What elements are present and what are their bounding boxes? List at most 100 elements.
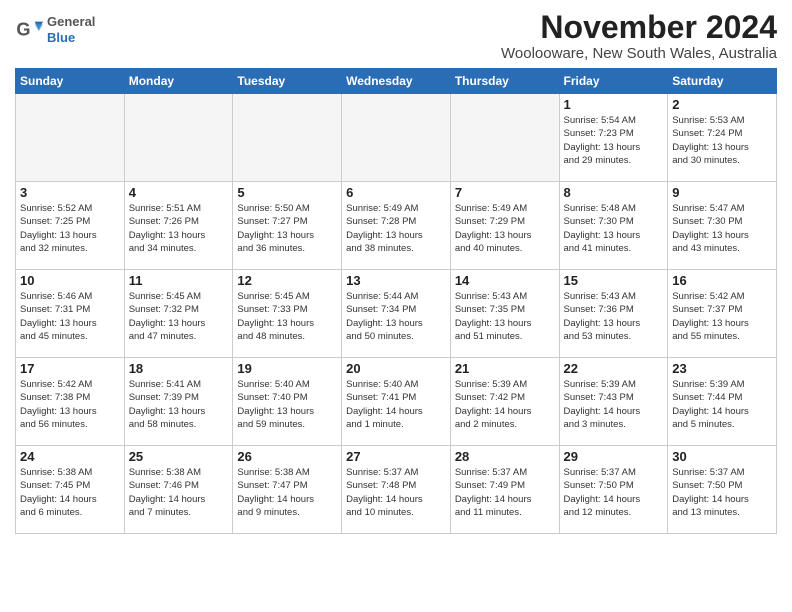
svg-text:G: G bbox=[16, 19, 30, 39]
calendar-cell: 3Sunrise: 5:52 AM Sunset: 7:25 PM Daylig… bbox=[16, 182, 125, 270]
calendar-cell: 23 Sunrise: 5:39 AM Sunset: 7:44 PM Dayli… bbox=[668, 358, 777, 446]
header-sunday: Sunday bbox=[16, 69, 125, 94]
day-number: 24 bbox=[20, 449, 120, 464]
day-number: 27 bbox=[346, 449, 446, 464]
day-info: Sunrise: 5:41 AM Sunset: 7:39 PM Dayligh… bbox=[129, 378, 229, 431]
day-info: Sunrise: 5:38 AM Sunset: 7:46 PM Dayligh… bbox=[129, 466, 229, 519]
header-thursday: Thursday bbox=[450, 69, 559, 94]
day-number: 6 bbox=[346, 185, 446, 200]
day-info: Sunrise: 5:54 AM Sunset: 7:23 PM Dayligh… bbox=[564, 114, 664, 167]
calendar-week-4: 24 Sunrise: 5:38 AM Sunset: 7:45 PM Dayli… bbox=[16, 446, 777, 534]
calendar-cell: 29 Sunrise: 5:37 AM Sunset: 7:50 PM Dayli… bbox=[559, 446, 668, 534]
calendar-cell: 26 Sunrise: 5:38 AM Sunset: 7:47 PM Dayli… bbox=[233, 446, 342, 534]
title-area: November 2024 Woolooware, New South Wale… bbox=[501, 10, 777, 62]
calendar-cell: 17 Sunrise: 5:42 AM Sunset: 7:38 PM Dayli… bbox=[16, 358, 125, 446]
calendar-cell: 13Sunrise: 5:44 AM Sunset: 7:34 PM Dayli… bbox=[342, 270, 451, 358]
day-info: Sunrise: 5:44 AM Sunset: 7:34 PM Dayligh… bbox=[346, 290, 446, 343]
day-number: 29 bbox=[564, 449, 664, 464]
day-info: Sunrise: 5:48 AM Sunset: 7:30 PM Dayligh… bbox=[564, 202, 664, 255]
day-number: 30 bbox=[672, 449, 772, 464]
location: Woolooware, New South Wales, Australia bbox=[501, 45, 777, 62]
day-info: Sunrise: 5:43 AM Sunset: 7:35 PM Dayligh… bbox=[455, 290, 555, 343]
calendar-cell bbox=[233, 94, 342, 182]
day-number: 18 bbox=[129, 361, 229, 376]
day-number: 23 bbox=[672, 361, 772, 376]
day-number: 4 bbox=[129, 185, 229, 200]
header-monday: Monday bbox=[124, 69, 233, 94]
calendar: Sunday Monday Tuesday Wednesday Thursday… bbox=[15, 68, 777, 534]
header-wednesday: Wednesday bbox=[342, 69, 451, 94]
day-number: 26 bbox=[237, 449, 337, 464]
logo: G General Blue bbox=[15, 14, 95, 45]
logo-icon: G bbox=[15, 16, 43, 44]
day-number: 22 bbox=[564, 361, 664, 376]
calendar-cell bbox=[124, 94, 233, 182]
day-number: 16 bbox=[672, 273, 772, 288]
day-info: Sunrise: 5:38 AM Sunset: 7:47 PM Dayligh… bbox=[237, 466, 337, 519]
calendar-cell: 8 Sunrise: 5:48 AM Sunset: 7:30 PM Daylig… bbox=[559, 182, 668, 270]
month-title: November 2024 bbox=[501, 10, 777, 45]
calendar-cell: 16 Sunrise: 5:42 AM Sunset: 7:37 PM Dayli… bbox=[668, 270, 777, 358]
calendar-cell: 18 Sunrise: 5:41 AM Sunset: 7:39 PM Dayli… bbox=[124, 358, 233, 446]
day-info: Sunrise: 5:49 AM Sunset: 7:28 PM Dayligh… bbox=[346, 202, 446, 255]
day-info: Sunrise: 5:51 AM Sunset: 7:26 PM Dayligh… bbox=[129, 202, 229, 255]
day-info: Sunrise: 5:50 AM Sunset: 7:27 PM Dayligh… bbox=[237, 202, 337, 255]
day-number: 2 bbox=[672, 97, 772, 112]
day-number: 19 bbox=[237, 361, 337, 376]
day-info: Sunrise: 5:52 AM Sunset: 7:25 PM Dayligh… bbox=[20, 202, 120, 255]
calendar-cell: 27Sunrise: 5:37 AM Sunset: 7:48 PM Dayli… bbox=[342, 446, 451, 534]
header: G General Blue November 2024 Woolooware,… bbox=[15, 10, 777, 62]
header-friday: Friday bbox=[559, 69, 668, 94]
day-info: Sunrise: 5:37 AM Sunset: 7:49 PM Dayligh… bbox=[455, 466, 555, 519]
calendar-cell: 28 Sunrise: 5:37 AM Sunset: 7:49 PM Dayli… bbox=[450, 446, 559, 534]
calendar-cell: 2 Sunrise: 5:53 AM Sunset: 7:24 PM Daylig… bbox=[668, 94, 777, 182]
calendar-cell: 19 Sunrise: 5:40 AM Sunset: 7:40 PM Dayli… bbox=[233, 358, 342, 446]
day-info: Sunrise: 5:39 AM Sunset: 7:42 PM Dayligh… bbox=[455, 378, 555, 431]
day-number: 9 bbox=[672, 185, 772, 200]
day-info: Sunrise: 5:42 AM Sunset: 7:37 PM Dayligh… bbox=[672, 290, 772, 343]
calendar-cell: 25 Sunrise: 5:38 AM Sunset: 7:46 PM Dayli… bbox=[124, 446, 233, 534]
calendar-week-1: 3Sunrise: 5:52 AM Sunset: 7:25 PM Daylig… bbox=[16, 182, 777, 270]
day-number: 17 bbox=[20, 361, 120, 376]
day-number: 28 bbox=[455, 449, 555, 464]
day-info: Sunrise: 5:39 AM Sunset: 7:44 PM Dayligh… bbox=[672, 378, 772, 431]
calendar-cell: 22 Sunrise: 5:39 AM Sunset: 7:43 PM Dayli… bbox=[559, 358, 668, 446]
day-number: 12 bbox=[237, 273, 337, 288]
page: G General Blue November 2024 Woolooware,… bbox=[0, 0, 792, 612]
weekday-header-row: Sunday Monday Tuesday Wednesday Thursday… bbox=[16, 69, 777, 94]
day-info: Sunrise: 5:45 AM Sunset: 7:33 PM Dayligh… bbox=[237, 290, 337, 343]
day-info: Sunrise: 5:40 AM Sunset: 7:40 PM Dayligh… bbox=[237, 378, 337, 431]
day-number: 5 bbox=[237, 185, 337, 200]
calendar-cell: 20Sunrise: 5:40 AM Sunset: 7:41 PM Dayli… bbox=[342, 358, 451, 446]
day-number: 11 bbox=[129, 273, 229, 288]
calendar-cell: 6 Sunrise: 5:49 AM Sunset: 7:28 PM Daylig… bbox=[342, 182, 451, 270]
day-number: 15 bbox=[564, 273, 664, 288]
day-number: 8 bbox=[564, 185, 664, 200]
day-info: Sunrise: 5:42 AM Sunset: 7:38 PM Dayligh… bbox=[20, 378, 120, 431]
day-info: Sunrise: 5:40 AM Sunset: 7:41 PM Dayligh… bbox=[346, 378, 446, 431]
day-number: 21 bbox=[455, 361, 555, 376]
header-tuesday: Tuesday bbox=[233, 69, 342, 94]
calendar-cell: 12 Sunrise: 5:45 AM Sunset: 7:33 PM Dayli… bbox=[233, 270, 342, 358]
day-number: 1 bbox=[564, 97, 664, 112]
day-info: Sunrise: 5:39 AM Sunset: 7:43 PM Dayligh… bbox=[564, 378, 664, 431]
day-info: Sunrise: 5:37 AM Sunset: 7:50 PM Dayligh… bbox=[672, 466, 772, 519]
calendar-cell bbox=[450, 94, 559, 182]
logo-general: General bbox=[47, 14, 95, 30]
calendar-cell: 1 Sunrise: 5:54 AM Sunset: 7:23 PM Daylig… bbox=[559, 94, 668, 182]
day-info: Sunrise: 5:45 AM Sunset: 7:32 PM Dayligh… bbox=[129, 290, 229, 343]
calendar-cell: 15Sunrise: 5:43 AM Sunset: 7:36 PM Dayli… bbox=[559, 270, 668, 358]
day-info: Sunrise: 5:47 AM Sunset: 7:30 PM Dayligh… bbox=[672, 202, 772, 255]
calendar-cell: 24 Sunrise: 5:38 AM Sunset: 7:45 PM Dayli… bbox=[16, 446, 125, 534]
calendar-cell: 9 Sunrise: 5:47 AM Sunset: 7:30 PM Daylig… bbox=[668, 182, 777, 270]
day-number: 7 bbox=[455, 185, 555, 200]
day-info: Sunrise: 5:53 AM Sunset: 7:24 PM Dayligh… bbox=[672, 114, 772, 167]
calendar-cell: 7 Sunrise: 5:49 AM Sunset: 7:29 PM Daylig… bbox=[450, 182, 559, 270]
day-info: Sunrise: 5:37 AM Sunset: 7:50 PM Dayligh… bbox=[564, 466, 664, 519]
calendar-cell: 10Sunrise: 5:46 AM Sunset: 7:31 PM Dayli… bbox=[16, 270, 125, 358]
calendar-week-2: 10Sunrise: 5:46 AM Sunset: 7:31 PM Dayli… bbox=[16, 270, 777, 358]
day-info: Sunrise: 5:38 AM Sunset: 7:45 PM Dayligh… bbox=[20, 466, 120, 519]
day-info: Sunrise: 5:49 AM Sunset: 7:29 PM Dayligh… bbox=[455, 202, 555, 255]
logo-blue: Blue bbox=[47, 30, 95, 46]
day-number: 25 bbox=[129, 449, 229, 464]
